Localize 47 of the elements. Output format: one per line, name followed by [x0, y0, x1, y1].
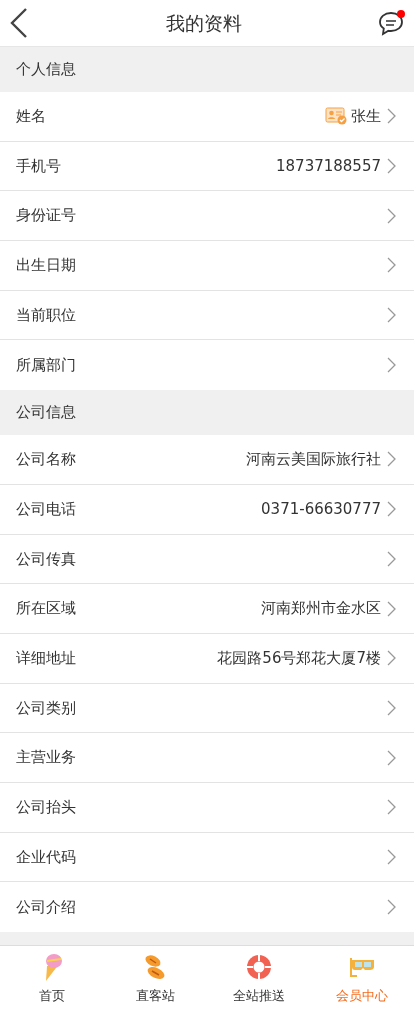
chevron-icon [387, 699, 396, 716]
row-label: 详细地址 [16, 647, 76, 669]
row-label: 公司类别 [16, 697, 76, 719]
lifebuoy-icon [244, 952, 273, 982]
page-title: 我的资料 [166, 10, 242, 36]
chevron-icon [387, 799, 396, 816]
row-value: 0371-66630777 [261, 498, 381, 520]
message-icon[interactable] [378, 9, 406, 37]
row-label: 公司名称 [16, 449, 76, 471]
row-label: 主营业务 [16, 747, 76, 769]
back-button[interactable] [8, 7, 30, 39]
row-label: 公司传真 [16, 548, 76, 570]
row-label: 当前职位 [16, 304, 76, 326]
chevron-icon [387, 108, 396, 125]
row-label: 姓名 [16, 106, 46, 128]
chevron-icon [387, 307, 396, 324]
chevron-icon [387, 207, 396, 224]
row-value: 张生 [351, 106, 381, 128]
chevron-icon [387, 899, 396, 916]
row-label: 出生日期 [16, 255, 76, 277]
row-label: 公司介绍 [16, 896, 76, 918]
row-value: 花园路56号郑花大厦7楼 [217, 647, 381, 669]
tab[interactable]: 直客站 [103, 946, 207, 1009]
tab[interactable]: 全站推送 [207, 946, 311, 1009]
row-label: 所属部门 [16, 355, 76, 377]
chevron-icon [387, 600, 396, 617]
chevron-icon [387, 158, 396, 175]
chevron-icon [387, 848, 396, 865]
chevron-icon [387, 550, 396, 567]
chevron-icon [387, 749, 396, 766]
row-label: 公司电话 [16, 498, 76, 520]
row-label: 所在区域 [16, 598, 76, 620]
chevron-icon [387, 357, 396, 374]
row-label: 企业代码 [16, 846, 76, 868]
chevron-icon [387, 451, 396, 468]
row-label: 手机号 [16, 155, 61, 177]
section-title: 个人信息 [16, 59, 76, 81]
chevron-icon [387, 501, 396, 518]
chevron-icon [387, 650, 396, 667]
row-value: 河南郑州市金水区 [261, 598, 381, 620]
chevron-icon [387, 257, 396, 274]
tab[interactable]: 首页 [0, 946, 104, 1009]
row-label: 公司抬头 [16, 797, 76, 819]
row-value: 18737188557 [276, 155, 381, 177]
row-label: 身份证号 [16, 205, 76, 227]
section-title: 公司信息 [16, 402, 76, 424]
row-value: 河南云美国际旅行社 [246, 449, 381, 471]
